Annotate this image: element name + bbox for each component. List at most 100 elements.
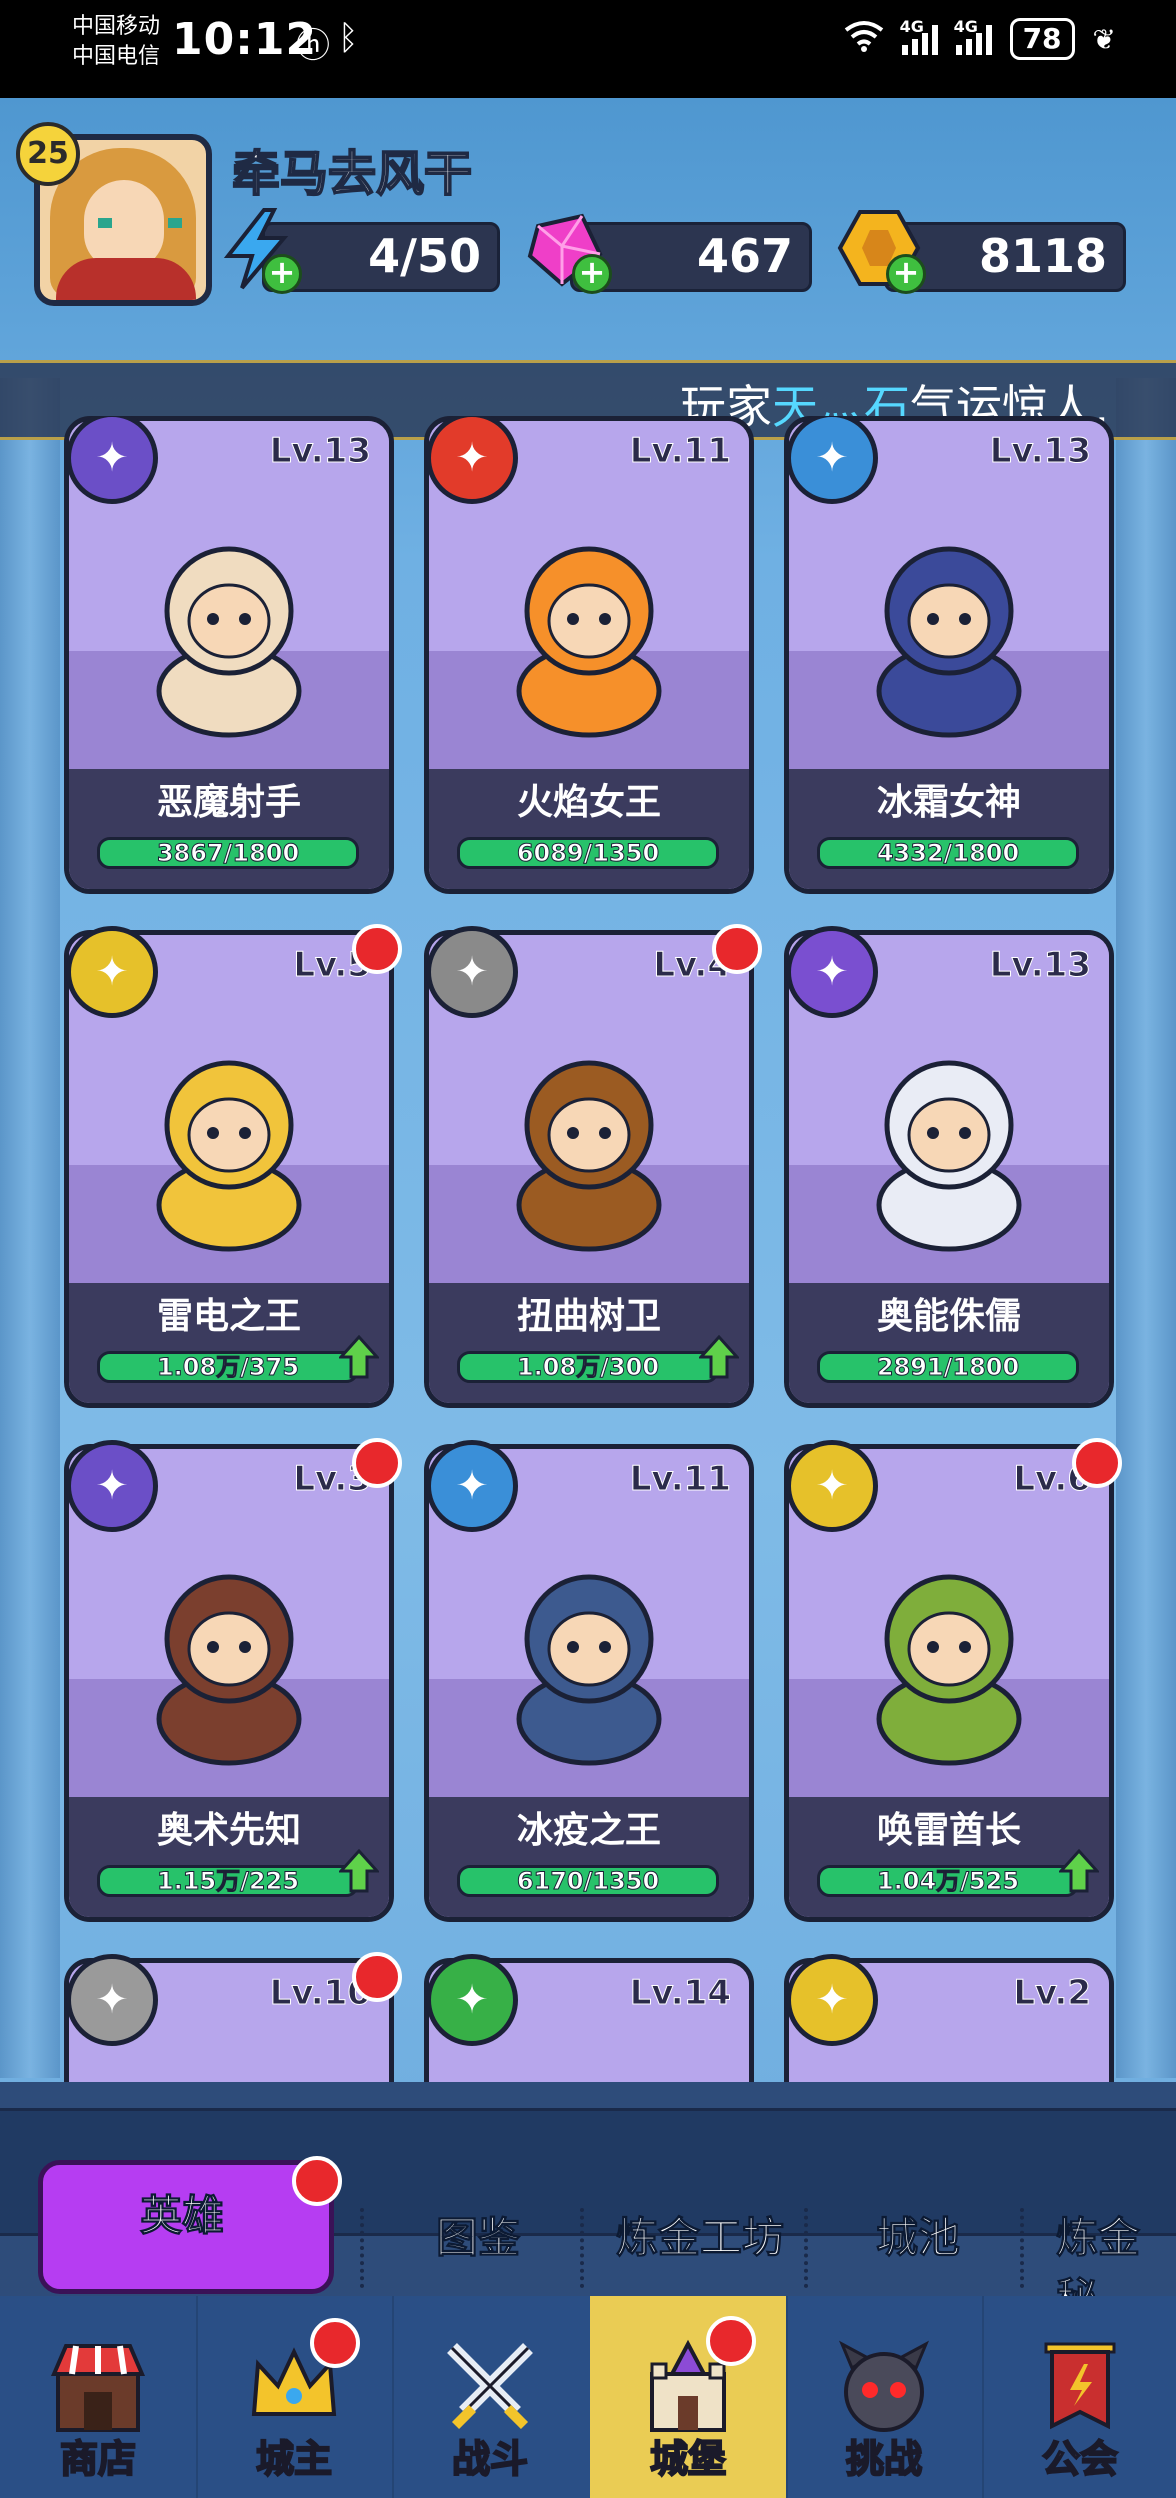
arrow-type-icon: ✦ xyxy=(66,416,158,504)
hero-portrait xyxy=(516,546,662,738)
tab-codex[interactable]: 图鉴 xyxy=(435,2204,520,2265)
hero-level: Lv.13 xyxy=(989,431,1091,472)
hero-name: 火焰女王 xyxy=(516,782,661,823)
status-bar: 中国移动 中国电信 10:12 ⓗ ᛒ 4G 4G 78 ❦ xyxy=(0,0,1176,98)
hero-name: 恶魔射手 xyxy=(156,782,301,823)
game-screen: 25 牵马去风干 4/50 + 467 + 8118 + 玩家天灬石气运惊人, … xyxy=(0,98,1176,2498)
nav-lord[interactable]: 城主 xyxy=(196,2296,392,2498)
add-energy-button[interactable]: + xyxy=(262,254,302,294)
hero-name: 唤雷酋长 xyxy=(876,1810,1021,1851)
wifi-icon xyxy=(844,20,884,59)
hero-shard-progress: 2891/1800 xyxy=(876,1353,1020,1381)
nav-shop[interactable]: 商店 xyxy=(0,2296,196,2498)
battery-indicator: 78 xyxy=(1009,18,1075,60)
yellow-type-icon: ✦ xyxy=(786,1954,878,2046)
storm-type-icon: ✦ xyxy=(786,1440,878,1532)
nav-castle-label: 城堡 xyxy=(649,2436,727,2482)
hd-icon: ⓗ xyxy=(296,26,330,66)
cross-arrows-type-icon: ✦ xyxy=(66,1440,158,1532)
gray-type-icon: ✦ xyxy=(66,1954,158,2046)
hero-shard-progress: 4332/1800 xyxy=(876,839,1020,867)
bluetooth-icon: ᛒ xyxy=(338,18,359,58)
hero-portrait xyxy=(156,1574,302,1766)
hero-level: Lv.13 xyxy=(269,431,371,472)
nav-guild-label: 公会 xyxy=(1041,2436,1119,2482)
hero-level: Lv.11 xyxy=(629,431,731,472)
nav-castle[interactable]: 城堡 xyxy=(590,2296,786,2498)
hero-red-dot xyxy=(352,924,402,974)
carrier-info: 中国移动 中国电信 xyxy=(72,12,160,72)
guild-banner-icon xyxy=(1028,2334,1132,2438)
upgrade-arrow-icon[interactable] xyxy=(339,1849,379,1893)
nav-challenge-label: 挑战 xyxy=(845,2436,923,2482)
hero-portrait xyxy=(876,1060,1022,1252)
signal-2-label: 4G xyxy=(953,17,978,36)
player-level-badge: 25 xyxy=(16,122,80,186)
leaf-icon: ❦ xyxy=(1092,22,1116,56)
crossed-swords-icon xyxy=(438,2334,542,2438)
hero-shard-progress-bar: 4332/1800 xyxy=(817,837,1079,869)
hero-portrait xyxy=(156,546,302,738)
upgrade-arrow-icon[interactable] xyxy=(1059,1849,1099,1893)
tab-alchemy-workshop[interactable]: 炼金工坊 xyxy=(615,2204,784,2265)
carrier-2: 中国电信 xyxy=(72,44,161,69)
ice-crystal-type-icon: ✦ xyxy=(426,1440,518,1532)
hero-shard-progress: 6170/1350 xyxy=(516,1867,660,1895)
nav-battle[interactable]: 战斗 xyxy=(392,2296,588,2498)
energy-value: 4/50 xyxy=(368,229,481,283)
signal-1-label: 4G xyxy=(899,17,924,36)
tab-city[interactable]: 城池 xyxy=(875,2204,960,2265)
nav-battle-label: 战斗 xyxy=(451,2436,529,2482)
nav-shop-label: 商店 xyxy=(59,2436,137,2482)
hero-shard-progress: 1.08万/375 xyxy=(156,1353,300,1381)
hero-level: Lv.14 xyxy=(629,1973,731,2014)
hero-shard-progress-bar: 1.08万/300 xyxy=(457,1351,719,1383)
hero-level: Lv.11 xyxy=(629,1459,731,1500)
claw-type-icon: ✦ xyxy=(786,926,878,1018)
tab-heroes-label: 英雄 xyxy=(139,2191,225,2241)
hero-shard-progress: 1.15万/225 xyxy=(156,1867,300,1895)
hero-red-dot xyxy=(1072,1438,1122,1488)
upgrade-arrow-icon[interactable] xyxy=(699,1335,739,1379)
hero-portrait xyxy=(876,1574,1022,1766)
gold-value: 8118 xyxy=(978,229,1107,283)
green-type-icon: ✦ xyxy=(426,1954,518,2046)
add-gold-button[interactable]: + xyxy=(886,254,926,294)
hero-shard-progress-bar: 6170/1350 xyxy=(457,1865,719,1897)
hero-shard-progress: 3867/1800 xyxy=(156,839,300,867)
hero-name: 奥能侏儒 xyxy=(876,1296,1021,1337)
hero-portrait xyxy=(516,1060,662,1252)
hero-name: 扭曲树卫 xyxy=(516,1296,661,1337)
hero-shard-progress-bar: 1.15万/225 xyxy=(97,1865,359,1897)
shop-icon xyxy=(46,2334,150,2438)
fire-target-type-icon: ✦ xyxy=(426,416,518,504)
add-gems-button[interactable]: + xyxy=(572,254,612,294)
hero-portrait xyxy=(156,1060,302,1252)
hero-card-grid: Lv.13 恶魔射手 3867/1800 ✦ Lv.11 火焰女王 6089/1350 ✦ Lv… xyxy=(0,416,1176,2106)
upgrade-arrow-icon[interactable] xyxy=(339,1335,379,1379)
hero-name: 冰疫之王 xyxy=(516,1810,661,1851)
hero-red-dot xyxy=(352,1438,402,1488)
hero-red-dot xyxy=(712,924,762,974)
nav-challenge[interactable]: 挑战 xyxy=(786,2296,982,2498)
crystal-type-icon: ✦ xyxy=(786,416,878,504)
bottom-navigation: 商店 城主 战斗 城堡 挑战 公会 xyxy=(0,2296,1176,2498)
nav-lord-red-dot xyxy=(310,2318,360,2368)
hero-shard-progress: 6089/1350 xyxy=(516,839,660,867)
player-name[interactable]: 牵马去风干 xyxy=(231,134,473,204)
hero-red-dot xyxy=(352,1952,402,2002)
tab-heroes-red-dot xyxy=(292,2156,342,2206)
signal-icon-1: 4G xyxy=(900,17,938,55)
lightning-type-icon: ✦ xyxy=(66,926,158,1018)
hero-level: Lv.13 xyxy=(989,945,1091,986)
hero-shard-progress-bar: 6089/1350 xyxy=(457,837,719,869)
carrier-1: 中国移动 xyxy=(72,14,161,39)
nav-castle-red-dot xyxy=(706,2316,756,2366)
hero-shard-progress-bar: 3867/1800 xyxy=(97,837,359,869)
nav-guild[interactable]: 公会 xyxy=(982,2296,1176,2498)
shield-type-icon: ✦ xyxy=(426,926,518,1018)
hero-level: Lv.2 xyxy=(1013,1973,1092,2014)
demon-head-icon xyxy=(832,2334,936,2438)
hero-shard-progress: 1.08万/300 xyxy=(516,1353,660,1381)
nav-lord-label: 城主 xyxy=(255,2436,333,2482)
